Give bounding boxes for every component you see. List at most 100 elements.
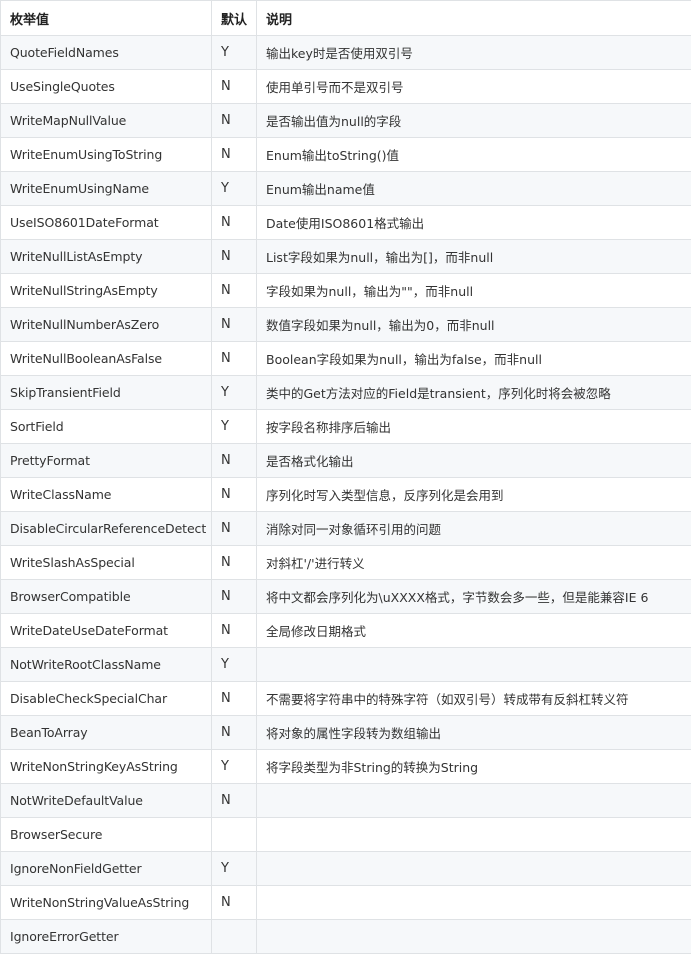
enum-name-cell: UseSingleQuotes [0, 69, 212, 104]
table-row: UseSingleQuotes N 使用单引号而不是双引号 [0, 69, 691, 104]
table-row: WriteNullStringAsEmpty N 字段如果为null，输出为""，而… [0, 273, 691, 308]
default-value-cell: N [211, 205, 257, 240]
enum-name-cell: WriteNonStringKeyAsString [0, 749, 212, 784]
description-cell: 是否输出值为null的字段 [256, 103, 691, 138]
description-cell: 将中文都会序列化为\uXXXX格式，字节数会多一些，但是能兼容IE 6 [256, 579, 691, 614]
table-row: WriteEnumUsingToString N Enum输出toString()值 [0, 137, 691, 172]
default-value-cell: N [211, 273, 257, 308]
enum-name-cell: UseISO8601DateFormat [0, 205, 212, 240]
description-cell: 输出key时是否使用双引号 [256, 35, 691, 70]
enum-name-cell: BrowserSecure [0, 817, 212, 852]
enum-name-cell: WriteNullStringAsEmpty [0, 273, 212, 308]
default-value-cell: N [211, 545, 257, 580]
enum-name-cell: WriteSlashAsSpecial [0, 545, 212, 580]
description-cell: 对斜杠'/'进行转义 [256, 545, 691, 580]
enum-name-cell: WriteDateUseDateFormat [0, 613, 212, 648]
enum-name-cell: WriteNullBooleanAsFalse [0, 341, 212, 376]
default-value-cell: N [211, 69, 257, 104]
description-cell: Enum输出name值 [256, 171, 691, 206]
enum-name-cell: WriteEnumUsingName [0, 171, 212, 206]
description-cell [256, 783, 691, 818]
table-row: WriteSlashAsSpecial N 对斜杠'/'进行转义 [0, 545, 691, 580]
description-cell: 按字段名称排序后输出 [256, 409, 691, 444]
description-cell: 字段如果为null，输出为""，而非null [256, 273, 691, 308]
table-row: WriteNullNumberAsZero N 数值字段如果为null，输出为0，而… [0, 307, 691, 342]
table-header-row: 枚举值 默认 说明 [0, 0, 691, 36]
enum-name-cell: BeanToArray [0, 715, 212, 750]
description-cell [256, 817, 691, 852]
table-row: UseISO8601DateFormat N Date使用ISO8601格式输出 [0, 205, 691, 240]
description-cell: Boolean字段如果为null，输出为false，而非null [256, 341, 691, 376]
enum-name-cell: QuoteFieldNames [0, 35, 212, 70]
enum-name-cell: WriteEnumUsingToString [0, 137, 212, 172]
table-row: SkipTransientField Y 类中的Get方法对应的Field是tran… [0, 375, 691, 410]
description-cell: 类中的Get方法对应的Field是transient，序列化时将会被忽略 [256, 375, 691, 410]
enum-name-cell: WriteClassName [0, 477, 212, 512]
enum-name-cell: WriteNonStringValueAsString [0, 885, 212, 920]
table-row: IgnoreNonFieldGetter Y [0, 851, 691, 886]
table-row: WriteClassName N 序列化时写入类型信息，反序列化是会用到 [0, 477, 691, 512]
table-row: BrowserSecure [0, 817, 691, 852]
table-row: SortField Y 按字段名称排序后输出 [0, 409, 691, 444]
default-value-cell: N [211, 783, 257, 818]
default-value-cell: N [211, 307, 257, 342]
enum-name-cell: BrowserCompatible [0, 579, 212, 614]
enum-name-cell: WriteMapNullValue [0, 103, 212, 138]
default-value-cell [211, 919, 257, 954]
table-row: WriteNonStringValueAsString N [0, 885, 691, 920]
description-cell [256, 919, 691, 954]
description-cell: Date使用ISO8601格式输出 [256, 205, 691, 240]
column-header-enum: 枚举值 [0, 0, 212, 36]
table-row: BrowserCompatible N 将中文都会序列化为\uXXXX格式，字节数会… [0, 579, 691, 614]
table-row: IgnoreErrorGetter [0, 919, 691, 954]
description-cell: List字段如果为null，输出为[]，而非null [256, 239, 691, 274]
description-cell: Enum输出toString()值 [256, 137, 691, 172]
default-value-cell: N [211, 681, 257, 716]
description-cell: 将对象的属性字段转为数组输出 [256, 715, 691, 750]
table-row: WriteEnumUsingName Y Enum输出name值 [0, 171, 691, 206]
column-header-description: 说明 [256, 0, 691, 36]
default-value-cell: Y [211, 851, 257, 886]
default-value-cell: N [211, 511, 257, 546]
description-cell: 不需要将字符串中的特殊字符（如双引号）转成带有反斜杠转义符 [256, 681, 691, 716]
enum-name-cell: NotWriteRootClassName [0, 647, 212, 682]
description-cell: 全局修改日期格式 [256, 613, 691, 648]
default-value-cell: N [211, 477, 257, 512]
default-value-cell [211, 817, 257, 852]
table-row: PrettyFormat N 是否格式化输出 [0, 443, 691, 478]
default-value-cell: Y [211, 749, 257, 784]
description-cell: 将字段类型为非String的转换为String [256, 749, 691, 784]
enum-name-cell: DisableCheckSpecialChar [0, 681, 212, 716]
table-row: WriteNonStringKeyAsString Y 将字段类型为非String的… [0, 749, 691, 784]
default-value-cell: N [211, 885, 257, 920]
enum-name-cell: SortField [0, 409, 212, 444]
default-value-cell: Y [211, 409, 257, 444]
table-row: NotWriteRootClassName Y [0, 647, 691, 682]
enum-table: 枚举值 默认 说明 QuoteFieldNames Y 输出key时是否使用双引号 U… [0, 0, 691, 954]
enum-name-cell: WriteNullListAsEmpty [0, 239, 212, 274]
default-value-cell: N [211, 443, 257, 478]
table-row: QuoteFieldNames Y 输出key时是否使用双引号 [0, 35, 691, 70]
table-row: WriteMapNullValue N 是否输出值为null的字段 [0, 103, 691, 138]
default-value-cell: Y [211, 171, 257, 206]
default-value-cell: N [211, 137, 257, 172]
enum-name-cell: IgnoreErrorGetter [0, 919, 212, 954]
description-cell: 序列化时写入类型信息，反序列化是会用到 [256, 477, 691, 512]
table-row: DisableCheckSpecialChar N 不需要将字符串中的特殊字符（如双… [0, 681, 691, 716]
table-row: WriteNullBooleanAsFalse N Boolean字段如果为null… [0, 341, 691, 376]
description-cell: 使用单引号而不是双引号 [256, 69, 691, 104]
enum-name-cell: NotWriteDefaultValue [0, 783, 212, 818]
table-row: DisableCircularReferenceDetect N 消除对同一对象循环… [0, 511, 691, 546]
table-row: BeanToArray N 将对象的属性字段转为数组输出 [0, 715, 691, 750]
default-value-cell: N [211, 239, 257, 274]
description-cell [256, 851, 691, 886]
enum-name-cell: DisableCircularReferenceDetect [0, 511, 212, 546]
table-row: NotWriteDefaultValue N [0, 783, 691, 818]
default-value-cell: N [211, 715, 257, 750]
table-row: WriteDateUseDateFormat N 全局修改日期格式 [0, 613, 691, 648]
default-value-cell: N [211, 579, 257, 614]
column-header-default: 默认 [211, 0, 257, 36]
table-body: QuoteFieldNames Y 输出key时是否使用双引号 UseSingleQu… [0, 35, 691, 954]
enum-name-cell: WriteNullNumberAsZero [0, 307, 212, 342]
table-row: WriteNullListAsEmpty N List字段如果为null，输出为[]… [0, 239, 691, 274]
